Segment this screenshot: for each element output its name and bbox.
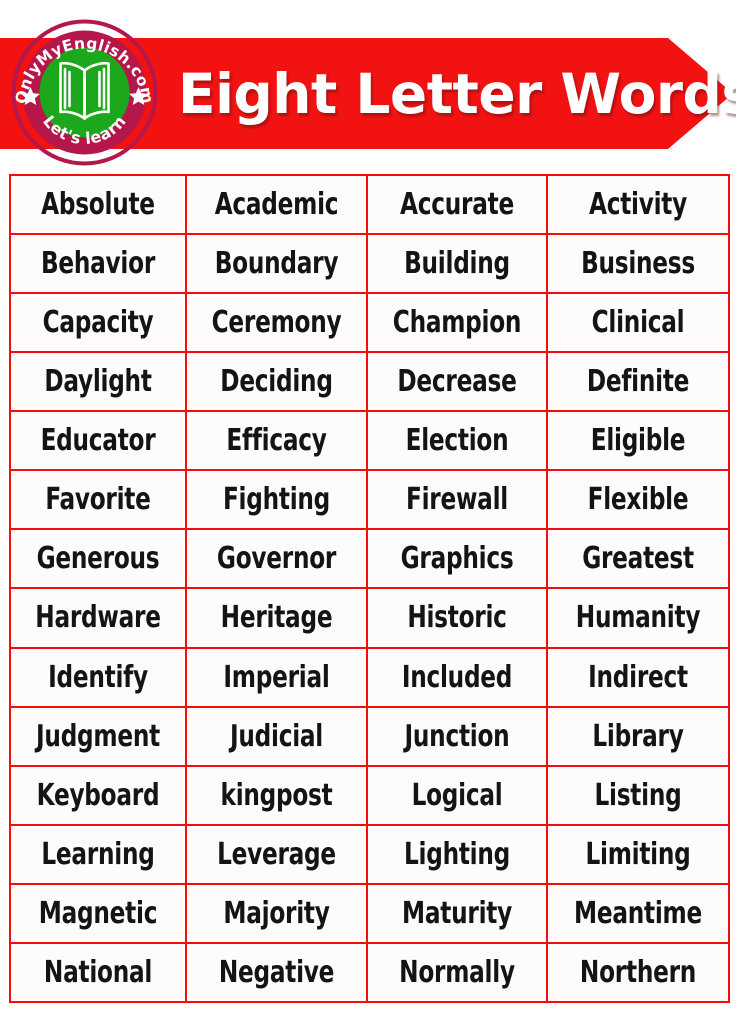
word-cell: Hardware xyxy=(21,587,175,649)
word-cell: Activity xyxy=(558,173,718,236)
word-cell: Graphics xyxy=(378,528,536,590)
word-cell: Normally xyxy=(378,941,536,1004)
table-row: Hardware Heritage Historic Humanity xyxy=(10,587,729,649)
table-row: National Negative Normally Northern xyxy=(10,941,729,1004)
table-row: Daylight Deciding Decrease Definite xyxy=(10,351,729,413)
table-row: Favorite Fighting Firewall Flexible xyxy=(10,469,729,531)
table-row: Magnetic Majority Maturity Meantime xyxy=(10,882,729,944)
word-cell: Leverage xyxy=(197,823,356,885)
word-cell: Champion xyxy=(378,292,536,354)
eight-letter-words-table: Absolute Academic Accurate Activity Behavior… xyxy=(9,173,730,1004)
word-cell: Majority xyxy=(197,882,356,944)
table-row: Absolute Academic Accurate Activity xyxy=(10,173,729,236)
word-cell: Educator xyxy=(21,410,175,472)
word-cell: Logical xyxy=(378,764,536,826)
site-logo[interactable]: OnlyMyEnglish.com Let's learn xyxy=(9,19,160,166)
word-cell: Listing xyxy=(558,764,718,826)
word-cell: National xyxy=(21,941,175,1004)
word-cell: Fighting xyxy=(197,469,356,531)
word-cell: Eligible xyxy=(558,410,718,472)
word-cell: Heritage xyxy=(197,587,356,649)
word-cell: Judgment xyxy=(21,705,175,767)
word-cell: Humanity xyxy=(558,587,718,649)
word-cell: Imperial xyxy=(197,646,356,708)
word-cell: Firewall xyxy=(378,469,536,531)
word-cell: Meantime xyxy=(558,882,718,944)
word-cell: Ceremony xyxy=(197,292,356,354)
word-cell: Included xyxy=(378,646,536,708)
word-cell: Learning xyxy=(21,823,175,885)
word-cell: Definite xyxy=(558,351,718,413)
word-cell: Building xyxy=(378,233,536,295)
table-row: Generous Governor Graphics Greatest xyxy=(10,528,729,590)
word-cell: Indirect xyxy=(558,646,718,708)
word-cell: Magnetic xyxy=(21,882,175,944)
word-cell: Maturity xyxy=(378,882,536,944)
word-cell: Junction xyxy=(378,705,536,767)
word-cell: kingpost xyxy=(197,764,356,826)
table-row: Capacity Ceremony Champion Clinical xyxy=(10,292,729,354)
word-cell: Boundary xyxy=(197,233,356,295)
page-header: Eight Letter Words OnlyMyEnglish.com Let… xyxy=(0,0,736,172)
word-cell: Library xyxy=(558,705,718,767)
word-cell: Governor xyxy=(197,528,356,590)
word-table-body: Absolute Academic Accurate Activity Behavior… xyxy=(10,173,729,1004)
word-cell: Limiting xyxy=(558,823,718,885)
word-cell: Academic xyxy=(197,173,356,236)
word-cell: Capacity xyxy=(21,292,175,354)
word-cell: Election xyxy=(378,410,536,472)
word-cell: Generous xyxy=(21,528,175,590)
word-cell: Negative xyxy=(197,941,356,1004)
word-cell: Favorite xyxy=(21,469,175,531)
word-cell: Deciding xyxy=(197,351,356,413)
word-cell: Historic xyxy=(378,587,536,649)
table-row: Keyboard kingpost Logical Listing xyxy=(10,764,729,826)
word-cell: Absolute xyxy=(21,173,175,236)
word-cell: Judicial xyxy=(197,705,356,767)
table-row: Learning Leverage Lighting Limiting xyxy=(10,823,729,885)
word-table-container: Absolute Academic Accurate Activity Behavior… xyxy=(9,173,730,1004)
word-cell: Identify xyxy=(21,646,175,708)
word-cell: Keyboard xyxy=(21,764,175,826)
word-cell: Business xyxy=(558,233,718,295)
word-cell: Greatest xyxy=(558,528,718,590)
word-cell: Accurate xyxy=(378,173,536,236)
word-cell: Daylight xyxy=(21,351,175,413)
table-row: Educator Efficacy Election Eligible xyxy=(10,410,729,472)
word-cell: Clinical xyxy=(558,292,718,354)
table-row: Behavior Boundary Building Business xyxy=(10,233,729,295)
word-cell: Northern xyxy=(558,941,718,1004)
word-cell: Lighting xyxy=(378,823,536,885)
table-row: Judgment Judicial Junction Library xyxy=(10,705,729,767)
page-title: Eight Letter Words xyxy=(178,61,736,126)
word-cell: Flexible xyxy=(558,469,718,531)
word-cell: Efficacy xyxy=(197,410,356,472)
word-cell: Decrease xyxy=(378,351,536,413)
word-cell: Behavior xyxy=(21,233,175,295)
table-row: Identify Imperial Included Indirect xyxy=(10,646,729,708)
